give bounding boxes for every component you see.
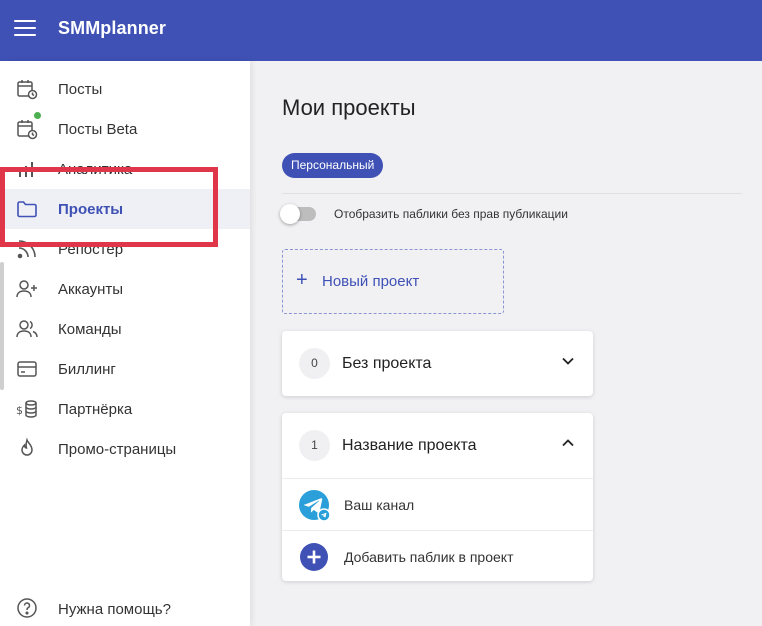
sidebar-item-label: Аналитика: [58, 160, 133, 178]
show-unpublishable-toggle[interactable]: [280, 204, 316, 224]
sidebar-item-accounts[interactable]: Аккаунты: [0, 269, 250, 309]
divider: [282, 193, 742, 194]
sidebar-item-teams[interactable]: Команды: [0, 309, 250, 349]
rss-icon: [17, 240, 36, 259]
main-content: Мои проекты Персональный Отобразить пабл…: [250, 61, 762, 626]
project-name: Без проекта: [342, 355, 432, 372]
hamburger-icon[interactable]: [14, 20, 36, 38]
bar-chart-icon: [19, 162, 33, 177]
project-card: 0 Без проекта: [282, 331, 593, 396]
project-count-badge: 0: [299, 348, 330, 379]
sidebar-item-billing[interactable]: Биллинг: [0, 349, 250, 389]
calendar-clock-icon: [17, 120, 38, 140]
project-card-header[interactable]: 0 Без проекта: [282, 331, 593, 396]
project-card: 1 Название проекта Ваш канал Добавить па…: [282, 413, 593, 581]
sidebar-item-label: Промо-страницы: [58, 440, 177, 458]
workspace-chip[interactable]: Персональный: [282, 153, 384, 178]
user-plus-icon: [16, 280, 37, 298]
sidebar-item-posts[interactable]: Посты: [0, 69, 250, 109]
toggle-knob: [280, 204, 300, 224]
telegram-icon: [299, 490, 330, 521]
sidebar-item-label: Посты Beta: [58, 120, 138, 138]
sidebar-item-label: Проекты: [58, 200, 124, 218]
toggle-label: Отобразить паблики без прав публикации: [334, 207, 568, 221]
sidebar-item-analytics[interactable]: Аналитика: [0, 149, 250, 189]
sidebar-item-label: Посты: [58, 80, 103, 98]
add-public-label: Добавить паблик в проект: [344, 549, 514, 565]
sidebar-item-label: Партнёрка: [58, 400, 133, 418]
help-circle-icon: [17, 598, 37, 618]
sidebar-item-label: Команды: [58, 320, 122, 338]
calendar-clock-icon: [17, 80, 38, 100]
add-circle-icon: [300, 543, 328, 571]
sidebar-item-label: Репостер: [58, 240, 124, 258]
sidebar-item-posts-beta[interactable]: Посты Beta: [0, 109, 250, 149]
chevron-up-icon[interactable]: [558, 433, 578, 453]
sidebar-item-reposter[interactable]: Репостер: [0, 229, 250, 269]
help-link[interactable]: Нужна помощь?: [0, 591, 250, 625]
project-count-badge: 1: [299, 430, 330, 461]
sidebar-item-label: Биллинг: [58, 360, 116, 378]
users-icon: [16, 320, 38, 338]
channel-name: Ваш канал: [344, 497, 415, 513]
scrollbar[interactable]: [0, 262, 4, 390]
project-card-header[interactable]: 1 Название проекта: [282, 413, 593, 478]
chevron-down-icon[interactable]: [558, 351, 578, 371]
project-name: Название проекта: [342, 437, 477, 454]
page-title: Мои проекты: [282, 95, 416, 120]
folder-icon: [17, 201, 37, 218]
sidebar-item-promo-pages[interactable]: Промо-страницы: [0, 429, 250, 469]
channel-row[interactable]: Ваш канал: [282, 478, 593, 530]
sidebar-item-label: Аккаунты: [58, 280, 124, 298]
help-label: Нужна помощь?: [58, 601, 171, 618]
coins-icon: $: [16, 400, 37, 418]
credit-card-icon: [17, 361, 37, 377]
sidebar: Посты Посты Beta Аналитика Проекты Репос…: [0, 61, 250, 626]
svg-text:$: $: [16, 404, 23, 417]
new-dot-badge: [34, 112, 41, 119]
top-bar: SMMplanner: [0, 0, 762, 61]
add-public-row[interactable]: Добавить паблик в проект: [282, 530, 593, 582]
flame-icon: [21, 437, 33, 456]
new-project-label: Новый проект: [322, 273, 420, 290]
brand-title: SMMplanner: [58, 18, 167, 38]
new-project-button[interactable]: + Новый проект: [282, 249, 504, 314]
sidebar-item-projects[interactable]: Проекты: [0, 189, 250, 229]
sidebar-item-partners[interactable]: $ Партнёрка: [0, 389, 250, 429]
plus-icon: +: [296, 269, 308, 291]
